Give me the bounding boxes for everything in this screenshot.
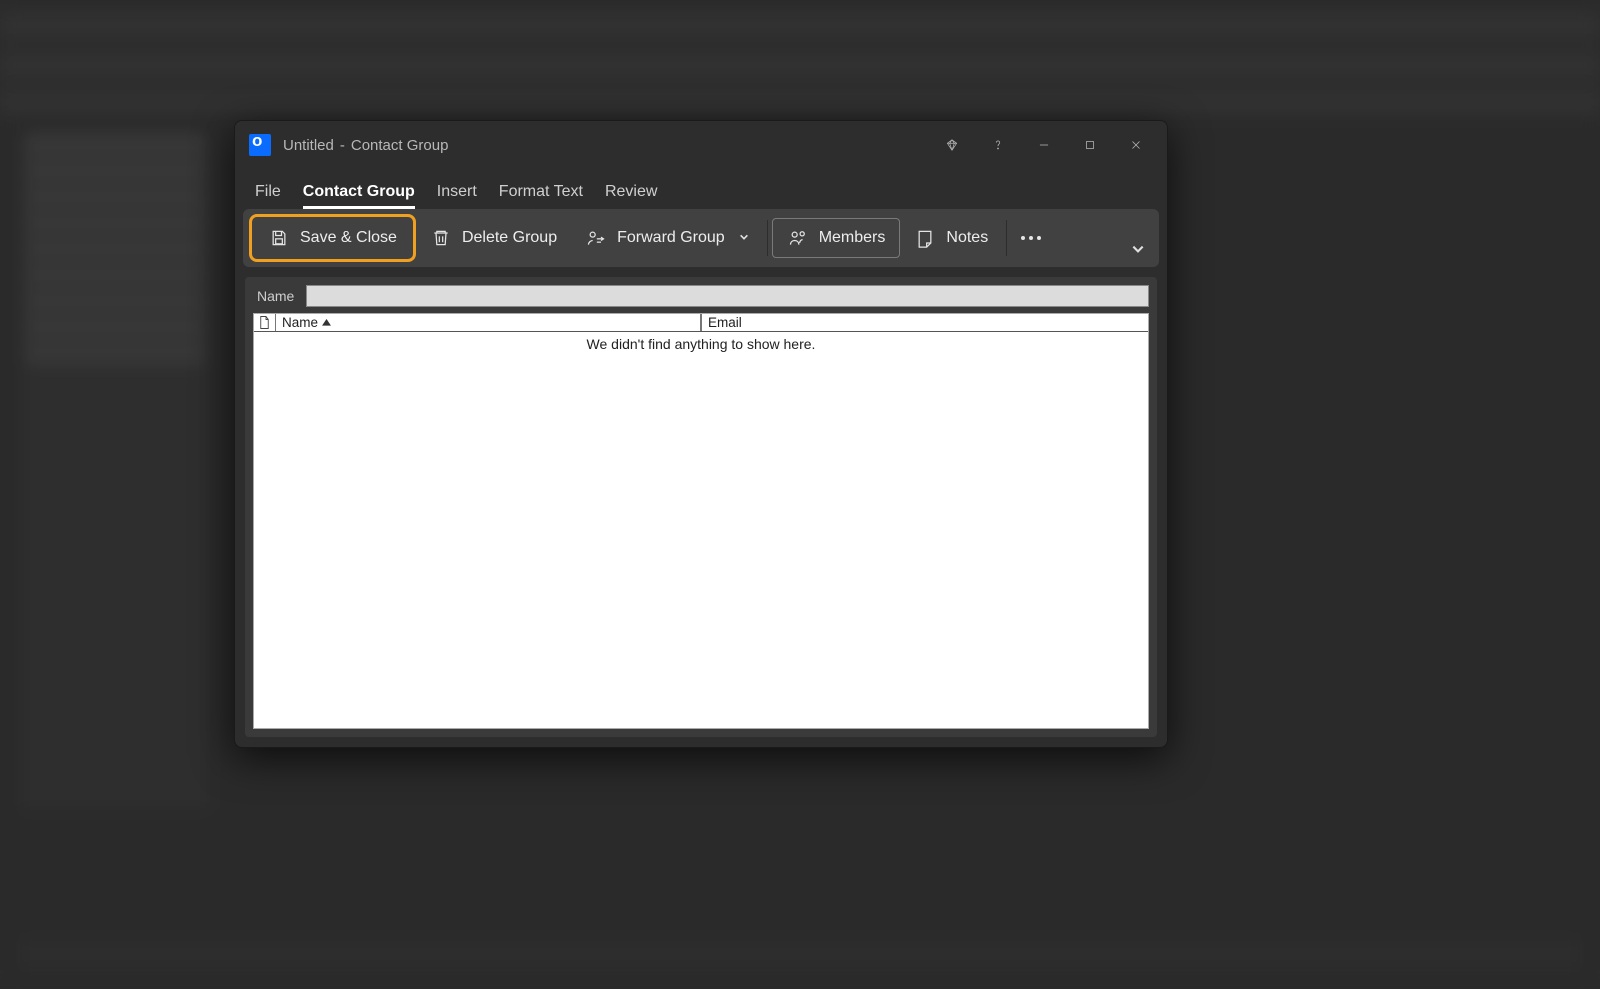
column-header-email[interactable]: Email [701,314,1148,331]
notes-icon [914,227,936,249]
members-button[interactable]: Members [772,218,901,258]
tab-contact-group[interactable]: Contact Group [303,183,415,209]
forward-icon [585,227,607,249]
name-row: Name [253,285,1149,307]
delete-group-label: Delete Group [462,229,557,247]
tab-review[interactable]: Review [605,183,657,209]
help-button[interactable] [975,125,1021,165]
maximize-button[interactable] [1067,125,1113,165]
title-context: Contact Group [351,137,449,154]
members-label: Members [819,229,886,247]
trash-icon [430,227,452,249]
forward-group-button[interactable]: Forward Group [571,219,763,257]
empty-state-message: We didn't find anything to show here. [254,332,1148,356]
column-header-row: Name Email [254,314,1148,332]
column-header-name[interactable]: Name [276,314,701,331]
close-button[interactable] [1113,125,1159,165]
ribbon: Save & Close Delete Group Forward Group … [243,209,1159,267]
column-name-label: Name [282,315,318,330]
title-doc-name: Untitled [283,137,334,154]
ribbon-expand-button[interactable] [1131,242,1145,261]
save-close-button[interactable]: Save & Close [249,214,416,262]
contact-group-body: Name Name Email We didn't find anything … [245,277,1157,737]
tab-file[interactable]: File [255,183,281,209]
members-icon [787,227,809,249]
save-icon [268,227,290,249]
contact-group-window: Untitled - Contact Group File Contact Gr… [234,120,1168,748]
ribbon-separator [767,220,768,256]
sort-ascending-icon [322,315,331,330]
notes-button[interactable]: Notes [900,219,1002,257]
name-label: Name [253,288,294,304]
title-separator: - [340,137,345,154]
tab-insert[interactable]: Insert [437,183,477,209]
forward-group-label: Forward Group [617,229,725,247]
minimize-button[interactable] [1021,125,1067,165]
more-options-button[interactable] [1011,230,1051,246]
group-name-input[interactable] [306,285,1149,307]
ribbon-tabs: File Contact Group Insert Format Text Re… [235,169,1167,209]
members-list: Name Email We didn't find anything to sh… [253,313,1149,729]
title-bar: Untitled - Contact Group [235,121,1167,169]
premium-icon[interactable] [929,125,975,165]
tab-format-text[interactable]: Format Text [499,183,583,209]
delete-group-button[interactable]: Delete Group [416,219,571,257]
save-close-label: Save & Close [300,229,397,247]
notes-label: Notes [946,229,988,247]
attachment-column-icon[interactable] [254,314,276,331]
outlook-icon [249,134,271,156]
column-email-label: Email [708,315,742,330]
ribbon-separator [1006,220,1007,256]
chevron-down-icon [739,229,749,247]
